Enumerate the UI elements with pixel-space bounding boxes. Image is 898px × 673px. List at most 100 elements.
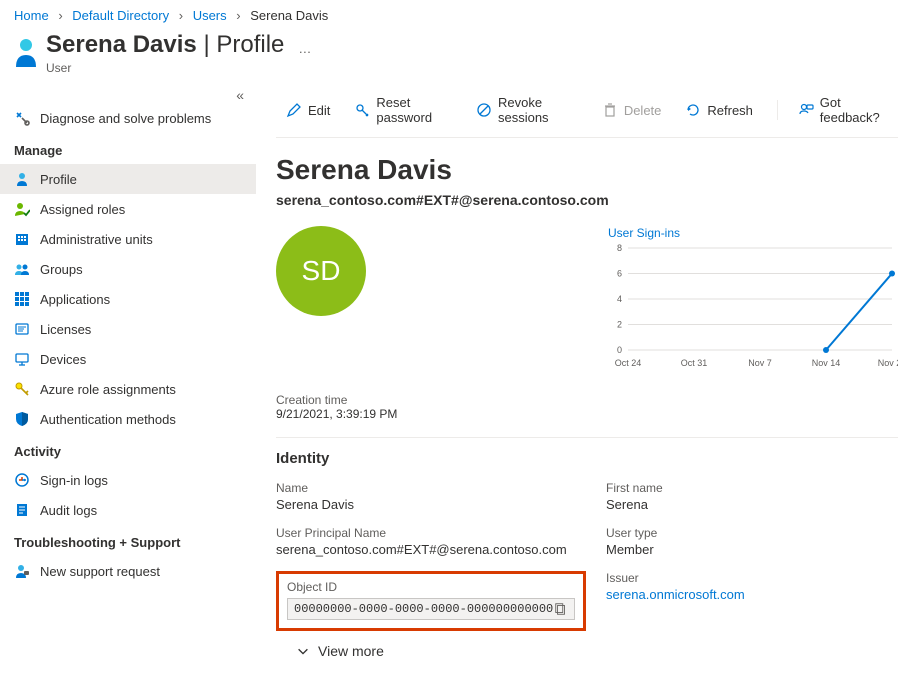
- svg-text:8: 8: [617, 243, 622, 253]
- sidebar-item-devices[interactable]: Devices: [0, 344, 256, 374]
- sidebar-heading-trouble: Troubleshooting + Support: [0, 525, 256, 556]
- sidebar-item-auth-methods[interactable]: Authentication methods: [0, 404, 256, 434]
- svg-text:Nov 14: Nov 14: [812, 358, 841, 368]
- pencil-icon: [286, 102, 302, 118]
- sidebar-item-admin-units[interactable]: Administrative units: [0, 224, 256, 254]
- sidebar-item-licenses[interactable]: Licenses: [0, 314, 256, 344]
- svg-text:6: 6: [617, 269, 622, 279]
- object-id-value: 00000000-0000-0000-0000-000000000000: [294, 602, 554, 616]
- refresh-button[interactable]: Refresh: [675, 98, 763, 122]
- license-icon: [14, 321, 30, 337]
- toolbar-label: Got feedback?: [820, 95, 888, 125]
- field-value: Serena Davis: [276, 497, 586, 512]
- sidebar: « Diagnose and solve problems Manage Pro…: [0, 85, 256, 659]
- edit-button[interactable]: Edit: [276, 98, 340, 122]
- title-section: Profile: [216, 31, 284, 58]
- field-user-type: User type Member: [606, 526, 898, 557]
- svg-text:Oct 31: Oct 31: [681, 358, 708, 368]
- feedback-icon: [798, 102, 814, 118]
- content-area: Edit Reset password Revoke sessions Dele…: [256, 85, 898, 659]
- reset-password-button[interactable]: Reset password: [344, 91, 462, 129]
- breadcrumb-home[interactable]: Home: [14, 8, 49, 23]
- sidebar-item-label: Devices: [40, 352, 86, 367]
- sidebar-item-applications[interactable]: Applications: [0, 284, 256, 314]
- sidebar-item-assigned-roles[interactable]: Assigned roles: [0, 194, 256, 224]
- toolbar-separator: [777, 100, 778, 120]
- field-label: User type: [606, 526, 898, 540]
- profile-upn: serena_contoso.com#EXT#@serena.contoso.c…: [276, 192, 898, 208]
- sidebar-item-audit-logs[interactable]: Audit logs: [0, 495, 256, 525]
- chart-title[interactable]: User Sign-ins: [608, 226, 898, 240]
- view-more-button[interactable]: View more: [296, 643, 898, 659]
- field-label: Issuer: [606, 571, 898, 585]
- divider: [276, 437, 898, 438]
- sidebar-item-label: Assigned roles: [40, 202, 125, 217]
- wrench-x-icon: [14, 110, 30, 126]
- breadcrumb-current: Serena Davis: [250, 8, 328, 23]
- svg-text:Nov 7: Nov 7: [748, 358, 772, 368]
- sidebar-item-label: Profile: [40, 172, 77, 187]
- toolbar-label: Revoke sessions: [498, 95, 578, 125]
- toolbar: Edit Reset password Revoke sessions Dele…: [276, 85, 898, 138]
- svg-text:2: 2: [617, 320, 622, 330]
- sidebar-heading-manage: Manage: [0, 133, 256, 164]
- shield-icon: [14, 411, 30, 427]
- log-icon: [14, 502, 30, 518]
- more-button[interactable]: …: [298, 41, 312, 56]
- revoke-icon: [476, 102, 492, 118]
- key-icon: [14, 381, 30, 397]
- toolbar-label: Refresh: [707, 103, 753, 118]
- identity-grid: Name Serena Davis First name Serena User…: [276, 481, 898, 631]
- toolbar-label: Edit: [308, 103, 330, 118]
- creation-label: Creation time: [276, 393, 898, 407]
- sidebar-item-label: Sign-in logs: [40, 473, 108, 488]
- chevron-down-icon: [296, 644, 310, 658]
- field-label: First name: [606, 481, 898, 495]
- support-icon: [14, 563, 30, 579]
- field-value: serena_contoso.com#EXT#@serena.contoso.c…: [276, 542, 586, 557]
- sidebar-item-label: Azure role assignments: [40, 382, 176, 397]
- device-icon: [14, 351, 30, 367]
- people-icon: [14, 261, 30, 277]
- delete-button: Delete: [592, 98, 672, 122]
- sidebar-item-label: Groups: [40, 262, 83, 277]
- svg-text:0: 0: [617, 345, 622, 355]
- chevron-right-icon: ›: [179, 8, 183, 23]
- issuer-link[interactable]: serena.onmicrosoft.com: [606, 587, 745, 602]
- title-name: Serena Davis: [46, 31, 197, 58]
- revoke-sessions-button[interactable]: Revoke sessions: [466, 91, 588, 129]
- page-title-row: Serena Davis | Profile User …: [0, 27, 898, 85]
- creation-time: Creation time 9/21/2021, 3:39:19 PM: [276, 393, 898, 421]
- page-title: Serena Davis | Profile: [46, 31, 284, 59]
- field-issuer: Issuer serena.onmicrosoft.com: [606, 571, 898, 631]
- object-id-highlight: Object ID 00000000-0000-0000-0000-000000…: [276, 571, 586, 631]
- chevron-right-icon: ›: [58, 8, 62, 23]
- sidebar-item-support[interactable]: New support request: [0, 556, 256, 586]
- key-reset-icon: [354, 102, 370, 118]
- user-icon: [14, 37, 38, 69]
- trash-icon: [602, 102, 618, 118]
- user-icon: [14, 171, 30, 187]
- svg-text:4: 4: [617, 294, 622, 304]
- sidebar-item-profile[interactable]: Profile: [0, 164, 256, 194]
- field-first-name: First name Serena: [606, 481, 898, 512]
- breadcrumb-users[interactable]: Users: [193, 8, 227, 23]
- breadcrumb-directory[interactable]: Default Directory: [72, 8, 169, 23]
- collapse-sidebar-button[interactable]: «: [0, 87, 256, 103]
- sidebar-item-label: Licenses: [40, 322, 91, 337]
- sidebar-item-label: Diagnose and solve problems: [40, 111, 211, 126]
- field-name: Name Serena Davis: [276, 481, 586, 512]
- sidebar-heading-activity: Activity: [0, 434, 256, 465]
- sidebar-item-signin-logs[interactable]: Sign-in logs: [0, 465, 256, 495]
- field-value: Serena: [606, 497, 898, 512]
- building-icon: [14, 231, 30, 247]
- feedback-button[interactable]: Got feedback?: [788, 91, 898, 129]
- overview-row: SD User Sign-ins 02468Oct 24Oct 31Nov 7N…: [276, 226, 898, 375]
- sidebar-item-groups[interactable]: Groups: [0, 254, 256, 284]
- sidebar-item-azure-roles[interactable]: Azure role assignments: [0, 374, 256, 404]
- signins-chart: 02468Oct 24Oct 31Nov 7Nov 14Nov 21: [608, 242, 898, 372]
- sidebar-item-diagnose[interactable]: Diagnose and solve problems: [0, 103, 256, 133]
- user-check-icon: [14, 201, 30, 217]
- svg-text:Oct 24: Oct 24: [615, 358, 642, 368]
- copy-icon[interactable]: [554, 602, 568, 616]
